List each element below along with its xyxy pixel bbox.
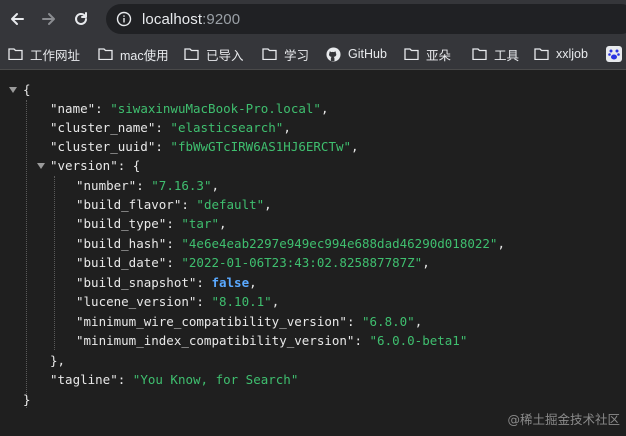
browser-toolbar: localhost:9200 <box>0 0 626 38</box>
bookmark-label: mac使用 <box>120 48 169 63</box>
json-value: "4e6e4eab2297e949ec994e688dad46290d01802… <box>181 236 498 251</box>
folder-icon <box>98 47 114 61</box>
json-line-build-hash: "build_hash": "4e6e4eab2297e949ec994e688… <box>76 236 505 251</box>
json-key: "minimum_index_compatibility_version" <box>76 333 355 348</box>
json-value: "6.8.0" <box>362 314 415 329</box>
bookmark-folder[interactable]: xxljob <box>534 44 588 64</box>
json-line-lucene-version: "lucene_version": "8.10.1", <box>76 294 280 309</box>
folder-icon <box>404 47 420 61</box>
json-key: "number" <box>76 178 137 193</box>
forward-button[interactable] <box>36 6 62 32</box>
reload-icon <box>75 12 87 25</box>
json-line-min-index: "minimum_index_compatibility_version": "… <box>76 333 468 348</box>
bookmark-folder[interactable]: 工具 <box>472 44 519 64</box>
bookmark-folder[interactable]: mac使用 <box>98 44 169 64</box>
watermark: @稀土掘金技术社区 <box>507 412 620 427</box>
bookmarks-bar: 工作网址 mac使用 已导入 学习 GitHub 亚朵 工具 xxljob <box>0 38 626 70</box>
json-line-build-type: "build_type": "tar", <box>76 216 227 231</box>
indent-guide <box>26 100 27 408</box>
bookmark-label: GitHub <box>348 47 387 61</box>
json-value: "fbWwGTcIRW6AS1HJ6ERCTw" <box>170 139 352 154</box>
collapse-arrow-icon[interactable] <box>36 161 46 171</box>
bookmark-folder[interactable]: 工作网址 <box>8 44 80 64</box>
collapse-arrow-icon[interactable] <box>8 85 18 95</box>
json-key: "build_type" <box>76 216 167 231</box>
json-value: "default" <box>196 197 265 212</box>
json-line-build-date: "build_date": "2022-01-06T23:43:02.82588… <box>76 255 430 270</box>
json-line-build-snapshot: "build_snapshot": false, <box>76 275 257 290</box>
bookmark-github[interactable]: GitHub <box>326 44 387 64</box>
indent-guide <box>54 176 55 350</box>
json-key: "cluster_name" <box>50 120 156 135</box>
json-key: "build_date" <box>76 255 167 270</box>
json-key: "minimum_wire_compatibility_version" <box>76 314 347 329</box>
bookmark-baidu[interactable] <box>606 44 626 64</box>
arrow-left-icon <box>11 13 24 25</box>
json-key: "lucene_version" <box>76 294 197 309</box>
json-value: "6.0.0-beta1" <box>369 333 468 348</box>
json-key: "build_hash" <box>76 236 167 251</box>
bookmark-folder[interactable]: 亚朵 <box>404 44 451 64</box>
json-value: "7.16.3" <box>151 178 212 193</box>
json-value: "You Know, for Search" <box>132 372 299 387</box>
json-key: "name" <box>50 101 96 116</box>
json-line-cluster-name: "cluster_name": "elasticsearch", <box>50 120 291 135</box>
json-line-version: "version": { <box>50 158 141 173</box>
json-line-name: "name": "siwaxinwuMacBook-Pro.local", <box>50 101 329 116</box>
bookmark-label: 亚朵 <box>426 48 452 63</box>
folder-icon <box>8 47 24 61</box>
bookmark-label: 工具 <box>494 48 520 63</box>
json-line-build-flavor: "build_flavor": "default", <box>76 197 272 212</box>
folder-icon <box>184 47 200 61</box>
json-value: "siwaxinwuMacBook-Pro.local" <box>110 101 321 116</box>
bookmark-folder[interactable]: 学习 <box>262 44 309 64</box>
arrow-right-icon <box>42 13 55 25</box>
url-host: localhost <box>142 10 203 28</box>
json-value: "elasticsearch" <box>170 120 284 135</box>
json-line-min-wire: "minimum_wire_compatibility_version": "6… <box>76 314 423 329</box>
bookmark-label: 工作网址 <box>30 48 81 63</box>
json-value: false <box>211 275 250 290</box>
json-close-brace: } <box>23 392 31 407</box>
json-line-number: "number": "7.16.3", <box>76 178 220 193</box>
json-value: "tar" <box>181 216 220 231</box>
back-button[interactable] <box>4 6 30 32</box>
json-key: "tagline" <box>50 372 118 387</box>
url-port: :9200 <box>202 10 241 28</box>
json-line-cluster-uuid: "cluster_uuid": "fbWwGTcIRW6AS1HJ6ERCTw"… <box>50 139 359 154</box>
json-viewer: { "name": "siwaxinwuMacBook-Pro.local", … <box>0 70 626 436</box>
bookmark-folder[interactable]: 已导入 <box>184 44 244 64</box>
folder-icon <box>472 47 488 61</box>
reload-button[interactable] <box>68 6 94 32</box>
github-icon <box>326 46 342 62</box>
url-text[interactable]: localhost:9200 <box>142 11 240 28</box>
json-open-brace: { <box>23 82 31 97</box>
bookmark-label: 学习 <box>284 48 310 63</box>
info-icon[interactable] <box>116 11 132 27</box>
address-bar[interactable]: localhost:9200 <box>106 4 626 34</box>
json-close-object: }, <box>50 353 66 368</box>
bookmark-label: 已导入 <box>206 48 244 63</box>
json-value: "2022-01-06T23:43:02.825887787Z" <box>181 255 423 270</box>
json-key: "version" <box>50 158 118 173</box>
json-key: "build_snapshot" <box>76 275 197 290</box>
json-line-tagline: "tagline": "You Know, for Search" <box>50 372 299 387</box>
folder-icon <box>534 47 550 61</box>
json-key: "cluster_uuid" <box>50 139 156 154</box>
json-value: "8.10.1" <box>211 294 272 309</box>
folder-icon <box>262 47 278 61</box>
json-key: "build_flavor" <box>76 197 182 212</box>
paw-icon <box>606 46 622 62</box>
bookmark-label: xxljob <box>556 47 588 61</box>
